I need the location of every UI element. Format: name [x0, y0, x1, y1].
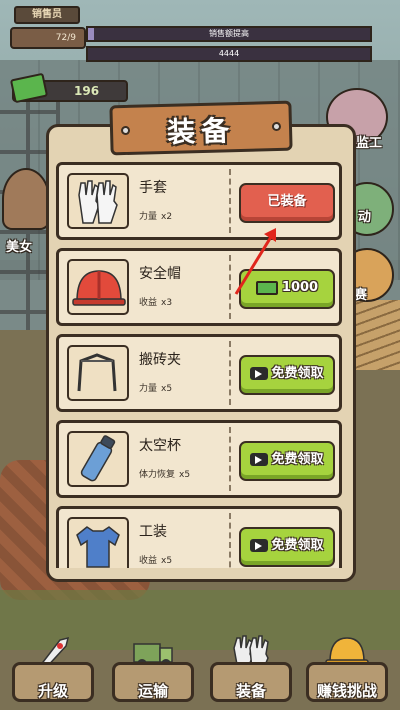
nav-money-challenge[interactable]: 赚钱挑战 — [306, 632, 388, 704]
equipment-card: 手套 力量 x2 已装备 — [56, 162, 342, 240]
video-icon — [250, 367, 269, 380]
nav-label: 运输 — [112, 662, 194, 702]
item-stat: 收益 x3 — [139, 298, 173, 308]
money-value: 196 — [74, 84, 100, 98]
free-label: 免费领取 — [271, 366, 324, 381]
item-name: 太空杯 — [139, 438, 181, 454]
money-display: 196 — [9, 72, 128, 104]
free-claim-button[interactable]: 免费领取 — [239, 355, 335, 395]
free-claim-button[interactable]: 免费领取 — [239, 441, 335, 481]
free-label: 免费领取 — [271, 538, 324, 553]
equipment-card: 太空杯 体力恢复 x5 免费领取 — [56, 420, 342, 498]
item-stat: 收益 x5 — [139, 556, 173, 566]
nav-equipment[interactable]: 装备 — [210, 632, 292, 704]
free-claim-button[interactable]: 免费领取 — [239, 527, 335, 567]
item-stat: 力量 x2 — [139, 212, 173, 222]
sales-bar: 销售额提高 — [86, 26, 372, 42]
nav-upgrade[interactable]: 升级 — [12, 632, 94, 704]
uniform-icon — [67, 517, 129, 568]
side-label-supervisor[interactable]: 监工 — [356, 132, 382, 151]
progress-counter: 72/9 — [10, 27, 86, 49]
item-name: 安全帽 — [139, 266, 181, 282]
equipment-card: 安全帽 收益 x3 1000 — [56, 248, 342, 326]
helmet-icon — [67, 259, 129, 315]
item-stat: 力量 x5 — [139, 384, 173, 394]
video-icon — [250, 539, 269, 552]
item-name: 手套 — [139, 180, 167, 196]
video-icon — [250, 453, 269, 466]
brick-clamp-icon — [67, 345, 129, 401]
equipment-card: 搬砖夹 力量 x5 免费领取 — [56, 334, 342, 412]
secondary-bar-label: 4444 — [218, 49, 240, 58]
equipment-card: 工装 收益 x5 免费领取 — [56, 506, 342, 568]
secondary-bar: 4444 — [86, 46, 372, 62]
item-name: 工装 — [139, 524, 167, 540]
side-label-activity[interactable]: 动 — [358, 206, 371, 225]
equipment-list[interactable]: 手套 力量 x2 已装备 安全帽 收益 x3 1000 搬砖夹 力量 x5 免费… — [56, 162, 344, 568]
annotation-arrow-icon — [234, 228, 276, 295]
modal-title: 装备 — [166, 114, 236, 149]
sales-bar-label: 销售额提高 — [209, 29, 249, 38]
nav-label: 装备 — [210, 662, 292, 702]
nav-transport[interactable]: 运输 — [112, 632, 194, 704]
nav-label: 升级 — [12, 662, 94, 702]
free-label: 免费领取 — [271, 452, 324, 467]
bottle-icon — [67, 431, 129, 487]
nav-label: 赚钱挑战 — [306, 662, 388, 702]
divider — [229, 513, 231, 568]
modal-title-board: 装备 — [109, 100, 293, 156]
gloves-icon — [67, 173, 129, 229]
beauty-avatar[interactable] — [2, 168, 50, 230]
divider — [229, 341, 231, 405]
level-title: 销售员 — [14, 6, 80, 24]
divider — [229, 427, 231, 491]
equipped-button[interactable]: 已装备 — [239, 183, 335, 223]
side-label-beauty[interactable]: 美女 — [6, 236, 32, 255]
item-name: 搬砖夹 — [139, 352, 181, 368]
item-stat: 体力恢复 x5 — [139, 470, 191, 480]
